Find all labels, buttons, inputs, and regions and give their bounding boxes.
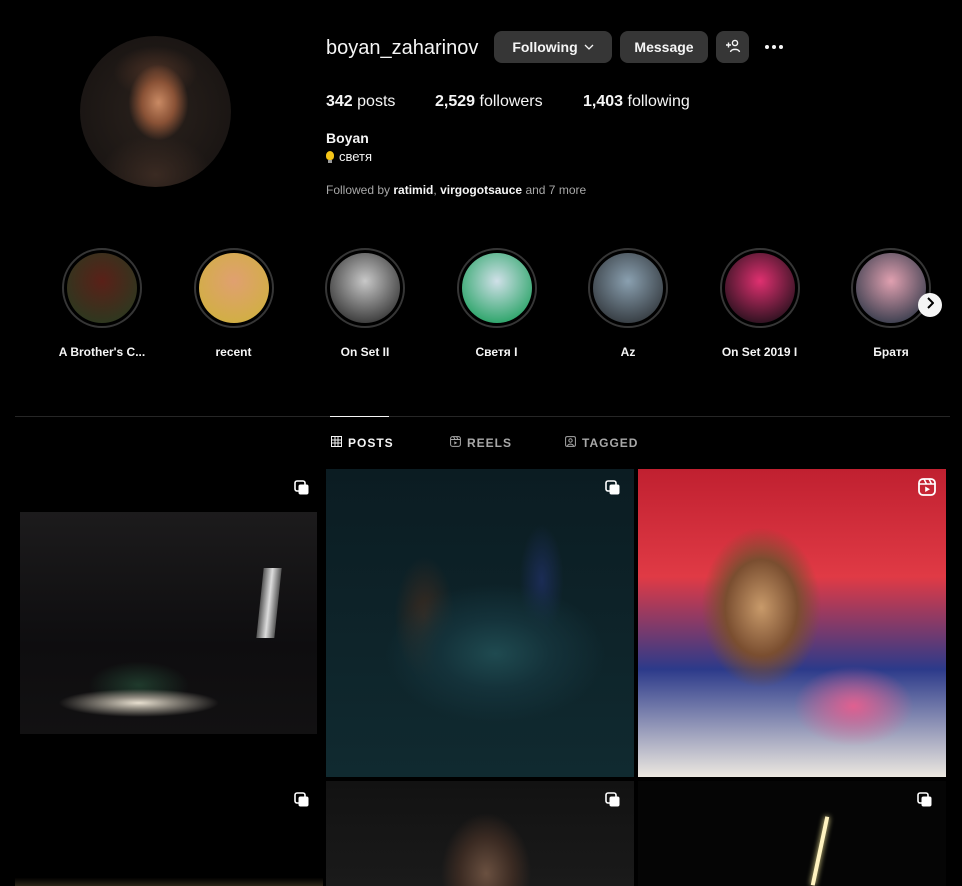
highlight-ring: [851, 248, 931, 328]
active-tab-indicator: [330, 416, 389, 417]
chevron-down-icon: [584, 41, 594, 53]
highlight-item[interactable]: Az: [563, 248, 693, 359]
reel-icon: [450, 436, 461, 450]
tab-tagged[interactable]: TAGGED: [565, 436, 638, 450]
post-tile[interactable]: [326, 469, 634, 777]
carousel-icon: [917, 792, 933, 808]
add-user-icon: [725, 39, 741, 56]
post-tile[interactable]: [15, 781, 323, 886]
highlight-item[interactable]: A Brother's C...: [37, 248, 167, 359]
add-user-button[interactable]: [716, 31, 749, 63]
tab-reels-label: REELS: [467, 436, 513, 450]
highlight-item[interactable]: On Set II: [300, 248, 430, 359]
highlight-item[interactable]: On Set 2019 I: [695, 248, 825, 359]
post-image: [20, 512, 317, 734]
tagged-icon: [565, 436, 576, 450]
following-count[interactable]: 1,403 following: [583, 92, 690, 112]
highlight-label: On Set II: [340, 345, 390, 359]
highlight-ring: [325, 248, 405, 328]
tab-posts-label: POSTS: [348, 436, 394, 450]
reel-icon: [918, 478, 936, 496]
post-image: [810, 816, 830, 886]
followers-count[interactable]: 2,529 followers: [435, 92, 543, 112]
light-bulb-icon: [326, 151, 334, 163]
grid-icon: [331, 436, 342, 450]
tabs-divider: [15, 416, 950, 417]
following-button[interactable]: Following: [494, 31, 612, 63]
highlight-ring: [588, 248, 668, 328]
highlights-next-button[interactable]: [918, 293, 942, 317]
more-options-icon[interactable]: [762, 36, 786, 58]
message-button-label: Message: [634, 39, 694, 55]
chevron-right-icon: [926, 296, 935, 314]
highlight-cover: [198, 253, 269, 323]
profile-avatar[interactable]: [80, 36, 231, 187]
highlight-item[interactable]: Светя I: [432, 248, 562, 359]
followed-by[interactable]: Followed by ratimid, virgogotsauce and 7…: [326, 183, 586, 197]
following-button-label: Following: [512, 39, 578, 55]
profile-full-name: Boyan: [326, 130, 369, 146]
post-tile[interactable]: [638, 469, 946, 777]
posts-count: 342 posts: [326, 93, 396, 110]
highlight-item[interactable]: recent: [169, 248, 299, 359]
post-tile[interactable]: [638, 781, 946, 886]
highlight-label: Светя I: [475, 345, 518, 359]
post-tile[interactable]: [326, 781, 634, 886]
highlight-cover: [593, 253, 663, 323]
highlight-ring: [719, 248, 800, 328]
carousel-icon: [605, 480, 621, 496]
carousel-icon: [605, 792, 621, 808]
highlight-label: A Brother's C...: [58, 345, 146, 359]
post-tile[interactable]: [15, 469, 323, 777]
profile-username: boyan_zaharinov: [326, 37, 479, 59]
highlight-cover: [461, 253, 532, 323]
tab-posts[interactable]: POSTS: [331, 436, 394, 450]
highlight-label: Братя: [873, 345, 909, 359]
carousel-icon: [294, 792, 310, 808]
highlight-ring: [62, 248, 142, 328]
highlight-cover: [856, 253, 926, 323]
highlight-cover: [330, 253, 400, 323]
highlight-cover: [724, 253, 795, 323]
highlight-ring: [456, 248, 537, 328]
tab-reels[interactable]: REELS: [450, 436, 512, 450]
highlight-ring: [193, 248, 274, 328]
bio-text: светя: [339, 149, 373, 164]
highlight-label: recent: [215, 345, 252, 359]
carousel-icon: [294, 480, 310, 496]
message-button[interactable]: Message: [620, 31, 708, 63]
highlight-label: On Set 2019 I: [721, 345, 798, 359]
highlight-cover: [67, 253, 137, 323]
highlight-label: Az: [620, 345, 636, 359]
profile-bio: светя: [326, 149, 372, 164]
tab-tagged-label: TAGGED: [582, 436, 639, 450]
